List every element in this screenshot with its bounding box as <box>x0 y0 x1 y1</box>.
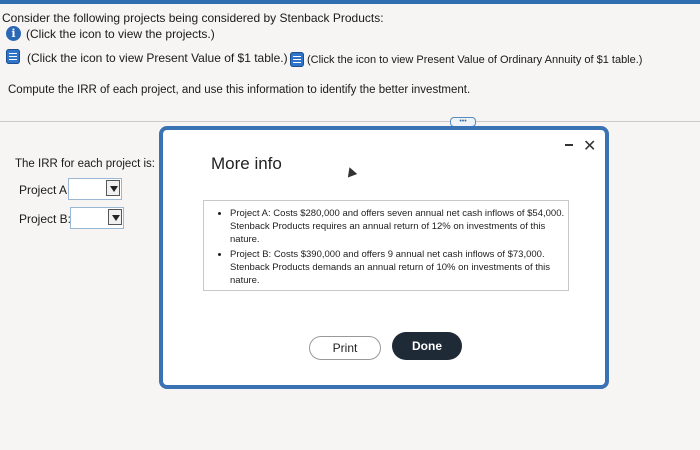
pva-link[interactable]: (Click the icon to view Present Value of… <box>307 54 642 66</box>
project-b-select[interactable] <box>70 207 124 229</box>
projects-link[interactable]: (Click the icon to view the projects.) <box>26 27 215 41</box>
done-button[interactable]: Done <box>392 332 462 360</box>
project-b-info: Project B: Costs $390,000 and offers 9 a… <box>230 248 568 287</box>
section-divider <box>0 121 700 122</box>
modal-title: More info <box>211 154 282 173</box>
project-a-label: Project A: <box>19 183 71 197</box>
question-text: Consider the following projects being co… <box>2 11 384 25</box>
chevron-down-icon <box>106 180 120 196</box>
close-icon[interactable]: ✕ <box>583 136 596 156</box>
instruction-text: Compute the IRR of each project, and use… <box>8 84 471 96</box>
irr-heading: The IRR for each project is: <box>15 158 155 170</box>
info-icon[interactable]: i <box>6 26 21 41</box>
print-button[interactable]: Print <box>309 336 381 360</box>
project-info-box: Project A: Costs $280,000 and offers sev… <box>203 200 569 291</box>
project-a-info: Project A: Costs $280,000 and offers sev… <box>230 207 568 246</box>
project-list: Project A: Costs $280,000 and offers sev… <box>204 201 568 287</box>
mouse-cursor-icon <box>344 165 358 178</box>
pv1-link[interactable]: (Click the icon to view Present Value of… <box>27 51 288 65</box>
project-a-select[interactable] <box>68 178 122 200</box>
top-accent-bar <box>0 0 700 4</box>
chevron-down-icon <box>108 209 122 225</box>
minimize-icon[interactable] <box>565 144 573 146</box>
table-icon[interactable] <box>290 52 304 67</box>
table-icon[interactable] <box>6 49 20 64</box>
project-b-label: Project B: <box>19 212 72 226</box>
more-info-modal: More info ✕ Project A: Costs $280,000 an… <box>159 126 609 389</box>
